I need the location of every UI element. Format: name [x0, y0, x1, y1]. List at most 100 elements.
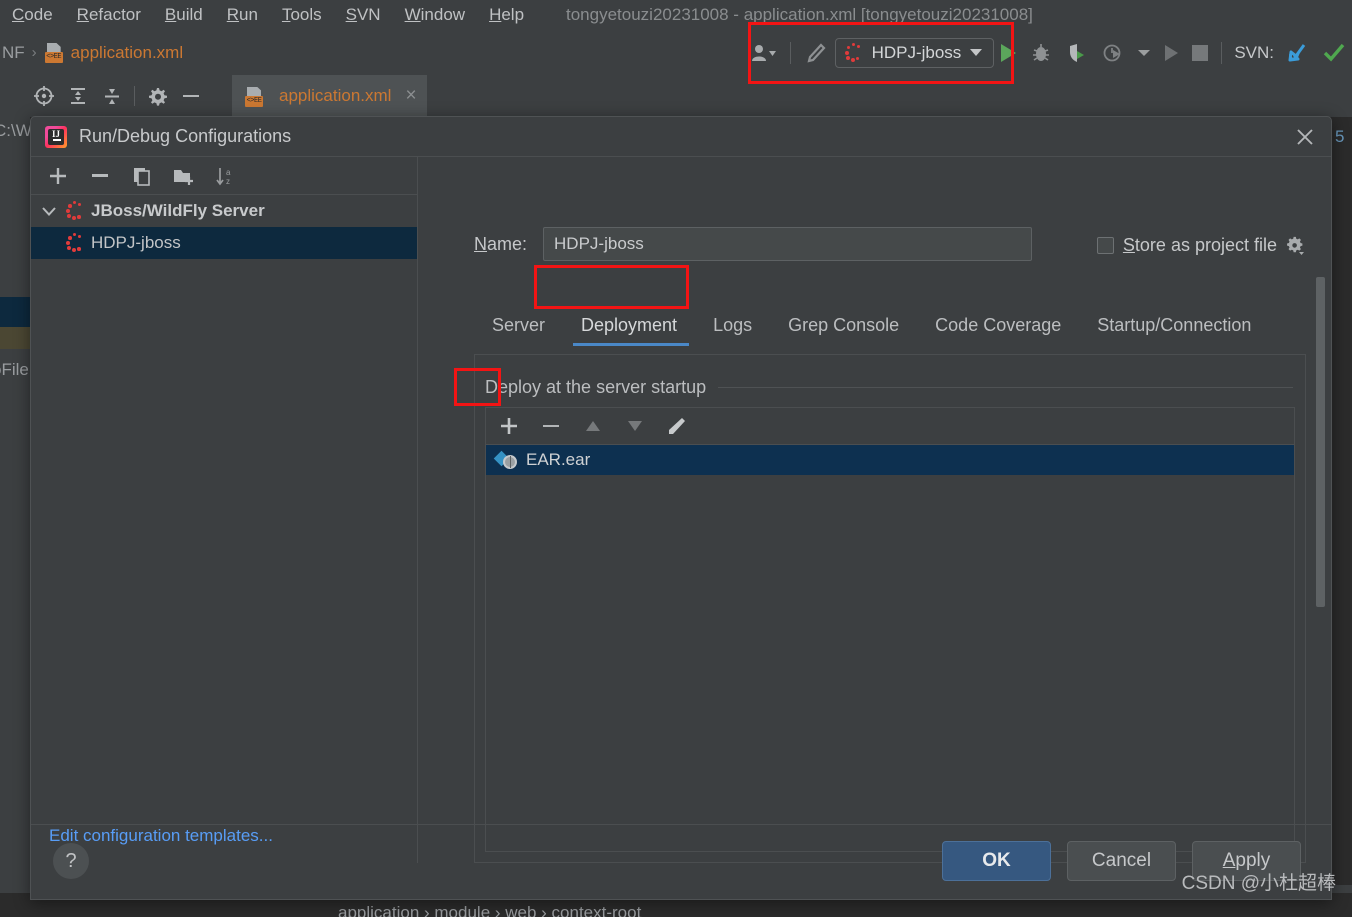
- menu-item-help[interactable]: Help: [477, 0, 536, 30]
- remove-icon[interactable]: [81, 159, 119, 193]
- scrollbar-thumb[interactable]: [1316, 277, 1325, 607]
- list-item[interactable]: EAR.ear: [486, 445, 1294, 475]
- ear-artifact-icon: [493, 450, 518, 470]
- move-down-icon[interactable]: [616, 409, 654, 443]
- configurations-left-panel: a z JBoss/WildFly Server HDPJ-jboss Edit…: [31, 157, 418, 863]
- store-as-project-file-label: Store as project file: [1122, 235, 1277, 255]
- new-folder-icon[interactable]: [165, 159, 203, 193]
- tree-item-hdpj-jboss[interactable]: HDPJ-jboss: [31, 227, 417, 259]
- gear-dropdown-icon[interactable]: [1286, 236, 1306, 256]
- menu-item-build[interactable]: Build: [153, 0, 215, 30]
- sort-icon[interactable]: a z: [207, 159, 245, 193]
- deployment-tab-content: Deploy at the server startup EAR.ear: [474, 355, 1306, 863]
- settings-icon[interactable]: [141, 75, 173, 117]
- target-icon[interactable]: [28, 75, 60, 117]
- svn-update-icon[interactable]: [1280, 30, 1316, 75]
- remove-icon[interactable]: [532, 409, 570, 443]
- debug-icon[interactable]: [1023, 30, 1059, 75]
- menu-item-window[interactable]: Window: [393, 0, 477, 30]
- profiler-dropdown-icon[interactable]: [1131, 30, 1158, 75]
- deployment-artifact-list: EAR.ear: [485, 445, 1295, 852]
- stop-icon[interactable]: [1185, 30, 1215, 75]
- content-scrollbar[interactable]: [1316, 277, 1325, 607]
- background-file-text: oFile: [0, 360, 29, 379]
- configuration-tabs: Server Deployment Logs Grep Console Code Cov…: [474, 307, 1331, 346]
- name-input[interactable]: [543, 227, 1033, 261]
- add-icon[interactable]: [39, 159, 77, 193]
- background-path-text: C:\W: [0, 121, 32, 140]
- run-debug-configurations-dialog: IJ Run/Debug Configurations a z JBoss/Wi…: [30, 116, 1332, 900]
- tree-group-label: JBoss/WildFly Server: [91, 201, 265, 220]
- build-hammer-icon[interactable]: [797, 30, 835, 75]
- tree-group-jboss-wildfly-server[interactable]: JBoss/WildFly Server: [31, 195, 417, 227]
- menu-item-run[interactable]: Run: [215, 0, 270, 30]
- intellij-idea-icon: IJ: [45, 125, 67, 148]
- close-icon[interactable]: [1291, 123, 1319, 151]
- svg-text:z: z: [226, 177, 230, 186]
- editor-tools-divider: [134, 86, 135, 106]
- watermark: CSDN @小杜超棒: [1181, 873, 1336, 894]
- dialog-footer: ? OK Cancel Apply: [31, 824, 1331, 899]
- move-up-icon[interactable]: [574, 409, 612, 443]
- legend-rule: [718, 387, 1293, 388]
- user-dropdown-icon[interactable]: [744, 30, 784, 75]
- deploy-group-title: Deploy at the server startup: [485, 377, 707, 397]
- configurations-toolbar: a z: [31, 157, 417, 195]
- editor-tools: [28, 75, 207, 117]
- deployment-toolbar: [485, 407, 1295, 445]
- toolbar-divider-2: [1221, 41, 1223, 64]
- help-button[interactable]: ?: [53, 843, 89, 879]
- menu-item-refactor[interactable]: Refactor: [65, 0, 153, 30]
- tab-startup-connection[interactable]: Startup/Connection: [1079, 307, 1269, 346]
- dialog-title-bar: IJ Run/Debug Configurations: [31, 117, 1331, 157]
- tab-server[interactable]: Server: [474, 307, 563, 346]
- name-row: Name:: [474, 227, 1033, 261]
- background-left-gutter: [0, 117, 30, 900]
- tab-deployment[interactable]: Deployment: [563, 307, 695, 346]
- store-as-project-file-checkbox[interactable]: [1096, 237, 1114, 254]
- store-as-project-file-row: Store as project file: [1096, 235, 1306, 256]
- profiler-icon[interactable]: [1095, 30, 1131, 75]
- minimize-icon[interactable]: [175, 75, 207, 117]
- close-icon[interactable]: ×: [405, 85, 416, 107]
- main-toolbar: HDPJ-jboss SVN:: [0, 30, 1352, 75]
- collapse-all-icon[interactable]: [96, 75, 128, 117]
- svn-commit-icon[interactable]: [1316, 30, 1352, 75]
- toolbar-right-group: HDPJ-jboss SVN:: [744, 30, 1352, 75]
- jboss-icon: [65, 233, 85, 253]
- tree-item-label: HDPJ-jboss: [91, 233, 181, 252]
- jboss-icon: [844, 42, 864, 63]
- background-line-number: 5: [1335, 127, 1345, 146]
- dialog-body: a z JBoss/WildFly Server HDPJ-jboss Edit…: [31, 157, 1331, 899]
- bottom-breadcrumb-text: application › module › web › context-roo…: [338, 903, 642, 917]
- run-configuration-name: HDPJ-jboss: [871, 42, 962, 62]
- menu-item-list: Code Refactor Build Run Tools SVN Window Help: [0, 0, 536, 30]
- svg-text:a: a: [226, 168, 231, 177]
- edit-pencil-icon[interactable]: [658, 409, 696, 443]
- add-icon[interactable]: [490, 409, 528, 443]
- editor-tab-application-xml[interactable]: <>EE application.xml ×: [232, 75, 427, 117]
- menu-item-code[interactable]: Code: [0, 0, 65, 30]
- window-title: tongyetouzi20231008 - application.xml [t…: [566, 5, 1033, 24]
- svn-label: SVN:: [1234, 42, 1274, 62]
- toolbar-divider: [789, 41, 791, 64]
- background-selected-row: [0, 297, 30, 327]
- deploy-group-legend: Deploy at the server startup: [485, 377, 1293, 398]
- xml-file-icon-tab: <>EE: [244, 86, 265, 107]
- coverage-icon[interactable]: [1059, 30, 1095, 75]
- run-configuration-dropdown[interactable]: HDPJ-jboss: [834, 37, 995, 68]
- cancel-button[interactable]: Cancel: [1067, 841, 1176, 881]
- chevron-down-icon[interactable]: [39, 206, 59, 216]
- run-icon[interactable]: [994, 30, 1023, 75]
- expand-all-icon[interactable]: [62, 75, 94, 117]
- jboss-icon: [65, 201, 85, 221]
- tab-logs[interactable]: Logs: [695, 307, 770, 346]
- tab-code-coverage[interactable]: Code Coverage: [917, 307, 1079, 346]
- menu-item-svn[interactable]: SVN: [334, 0, 393, 30]
- background-highlight-row: [0, 327, 30, 349]
- tab-grep-console[interactable]: Grep Console: [770, 307, 917, 346]
- menu-item-tools[interactable]: Tools: [270, 0, 334, 30]
- copy-icon[interactable]: [123, 159, 161, 193]
- rerun-icon[interactable]: [1158, 30, 1185, 75]
- ok-button[interactable]: OK: [942, 841, 1051, 881]
